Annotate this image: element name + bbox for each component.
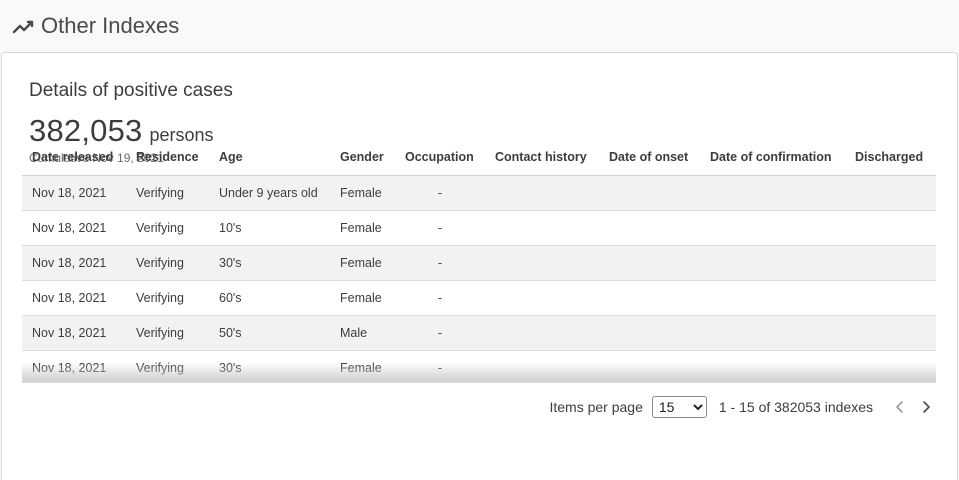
pagination: Items per page 15 1 - 15 of 382053 index… [549, 395, 939, 419]
table-cell [700, 245, 845, 281]
table-cell [599, 280, 700, 316]
table-cell: Female [330, 210, 395, 246]
table-cell [845, 175, 936, 211]
table-row[interactable]: Nov 18, 2021 Verifying 30's Female - [22, 350, 936, 382]
table-row[interactable]: Nov 18, 2021 Verifying Under 9 years old Fe… [22, 175, 936, 211]
table-cell: Female [330, 280, 395, 316]
page-header: Other Indexes [0, 0, 959, 52]
cases-table: Date released Residence Age Gender Occup… [22, 140, 936, 382]
table-cell: - [395, 315, 485, 351]
table-cell [845, 280, 936, 316]
table-cell: 10's [209, 210, 330, 246]
table-cell: Verifying [126, 350, 209, 382]
table-cell [485, 315, 599, 351]
table-cell: - [395, 210, 485, 246]
table-cell: Nov 18, 2021 [22, 245, 126, 281]
table-cell: Nov 18, 2021 [22, 350, 126, 382]
table-row[interactable]: Nov 18, 2021 Verifying 30's Female - [22, 245, 936, 281]
table-cell: 50's [209, 315, 330, 351]
table-cell: Verifying [126, 280, 209, 316]
table-cell: Under 9 years old [209, 175, 330, 211]
table-cell [485, 210, 599, 246]
items-per-page-select[interactable]: 15 [651, 396, 707, 418]
column-header[interactable]: Date released [22, 140, 126, 176]
table-cell: 30's [209, 245, 330, 281]
table-cell [599, 175, 700, 211]
table-cell [485, 175, 599, 211]
table-cell: Nov 18, 2021 [22, 175, 126, 211]
pagination-range: 1 - 15 of 382053 indexes [718, 399, 873, 415]
table-cell [599, 350, 700, 382]
table-cell [599, 210, 700, 246]
table-cell [485, 245, 599, 281]
table-header-row: Date released Residence Age Gender Occup… [22, 140, 936, 176]
next-page-button[interactable] [913, 395, 939, 419]
table-cell: - [395, 350, 485, 382]
table-cell [700, 210, 845, 246]
table-cell: Female [330, 245, 395, 281]
table-cell: - [395, 175, 485, 211]
table-cell [845, 350, 936, 382]
column-header[interactable]: Contact history [485, 140, 599, 176]
table-cell: Verifying [126, 175, 209, 211]
table-cell [599, 245, 700, 281]
table-cell [845, 210, 936, 246]
table-cell: Female [330, 175, 395, 211]
table-row[interactable]: Nov 18, 2021 Verifying 50's Male - [22, 315, 936, 351]
table-cell: - [395, 280, 485, 316]
table-row[interactable]: Nov 18, 2021 Verifying 60's Female - [22, 280, 936, 316]
cases-table-container[interactable]: Date released Residence Age Gender Occup… [22, 140, 936, 382]
table-cell: Female [330, 350, 395, 382]
table-scroll-edge [22, 380, 936, 383]
trending-line-icon [12, 20, 34, 34]
table-cell: Verifying [126, 210, 209, 246]
table-cell [700, 315, 845, 351]
table-cell [700, 280, 845, 316]
table-cell: Male [330, 315, 395, 351]
chevron-left-icon [896, 401, 903, 413]
card-title: Details of positive cases [29, 80, 233, 101]
table-cell [700, 350, 845, 382]
table-cell [485, 280, 599, 316]
table-cell: - [395, 245, 485, 281]
column-header[interactable]: Discharged [845, 140, 936, 176]
table-cell: Nov 18, 2021 [22, 280, 126, 316]
column-header[interactable]: Age [209, 140, 330, 176]
previous-page-button[interactable] [887, 395, 913, 419]
table-cell [700, 175, 845, 211]
table-row[interactable]: Nov 18, 2021 Verifying 10's Female - [22, 210, 936, 246]
column-header[interactable]: Date of confirmation [700, 140, 845, 176]
table-cell [599, 315, 700, 351]
table-cell: 30's [209, 350, 330, 382]
column-header[interactable]: Residence [126, 140, 209, 176]
table-cell [485, 350, 599, 382]
table-cell [845, 245, 936, 281]
items-per-page-label: Items per page [549, 399, 643, 415]
table-cell: Verifying [126, 245, 209, 281]
table-cell: Nov 18, 2021 [22, 210, 126, 246]
column-header[interactable]: Date of onset [599, 140, 700, 176]
table-cell: 60's [209, 280, 330, 316]
table-cell: Nov 18, 2021 [22, 315, 126, 351]
table-cell [845, 315, 936, 351]
column-header[interactable]: Gender [330, 140, 395, 176]
page-title: Other Indexes [41, 13, 180, 38]
chevron-right-icon [923, 401, 930, 413]
table-cell: Verifying [126, 315, 209, 351]
column-header[interactable]: Occupation [395, 140, 485, 176]
